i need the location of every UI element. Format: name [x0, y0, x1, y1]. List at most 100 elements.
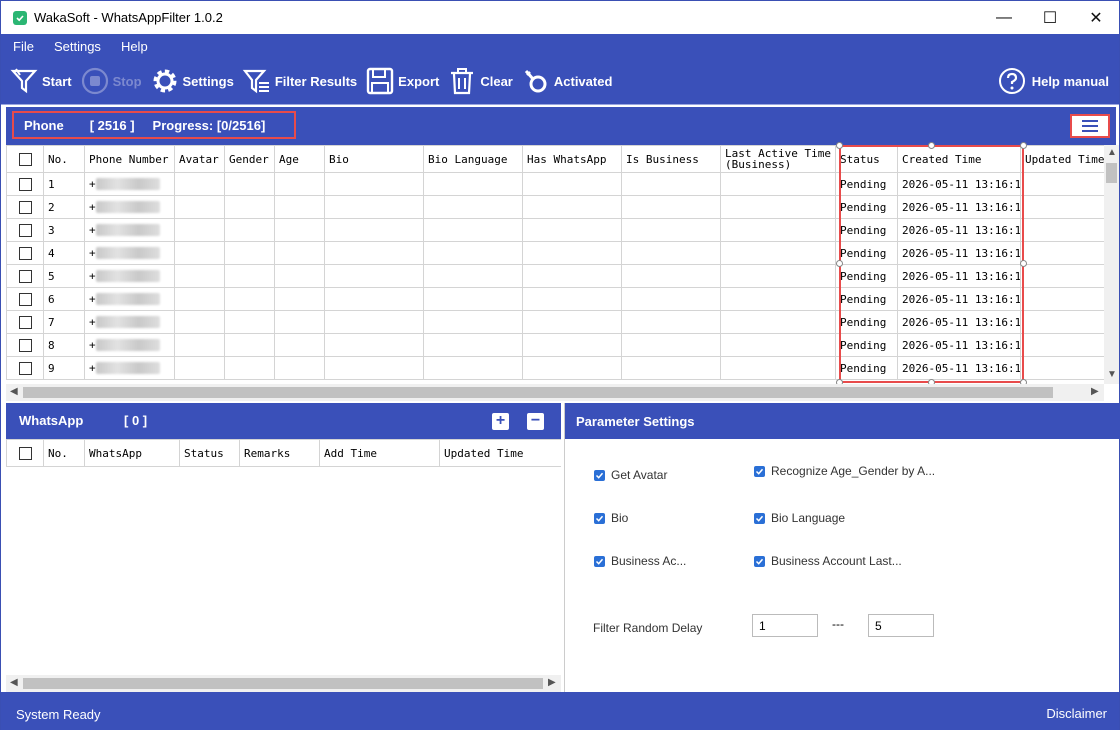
row-phone-number: + [84, 356, 175, 380]
menu-help[interactable]: Help [111, 39, 158, 54]
scroll-right-icon[interactable]: ▶ [1091, 386, 1099, 397]
scroll-left-icon[interactable]: ◀ [10, 386, 18, 397]
filter-results-button[interactable]: Filter Results [242, 66, 357, 96]
table-row[interactable]: 5 + Pending 2026-05-11 13:16:13 [6, 264, 1104, 288]
get-avatar-checkbox[interactable]: Get Avatar [594, 468, 667, 482]
minimize-button[interactable]: — [981, 1, 1027, 34]
scroll-right-icon[interactable]: ▶ [548, 677, 556, 688]
whatsapp-panel-header: WhatsApp [ 0 ] + − [6, 403, 561, 439]
resize-handle[interactable] [836, 260, 843, 267]
business-account-last-checkbox[interactable]: Business Account Last... [754, 554, 902, 568]
row-checkbox[interactable] [6, 264, 44, 288]
toolbar: Start Stop Settings Filter Results Expor… [1, 58, 1119, 105]
row-has-whatsapp [522, 264, 622, 288]
row-checkbox[interactable] [6, 333, 44, 357]
delay-max-input[interactable]: 5 [868, 614, 934, 637]
parameter-settings-header: Parameter Settings [565, 403, 1120, 439]
col-gender[interactable]: Gender [224, 145, 275, 173]
clear-label: Clear [480, 73, 513, 89]
row-is-business [621, 195, 721, 219]
resize-handle[interactable] [928, 142, 935, 149]
wa-col-whatsapp[interactable]: WhatsApp [84, 439, 180, 467]
scroll-thumb[interactable] [1106, 163, 1117, 183]
wa-col-remarks[interactable]: Remarks [239, 439, 320, 467]
row-no: 9 [43, 356, 85, 380]
col-phone-number[interactable]: Phone Number [84, 145, 175, 173]
scroll-thumb[interactable] [23, 387, 1053, 398]
delay-min-input[interactable]: 1 [752, 614, 818, 637]
row-last-active-time [720, 172, 836, 196]
column-menu-button[interactable] [1070, 114, 1110, 138]
phone-table-vertical-scrollbar[interactable]: ▲ ▼ [1104, 145, 1119, 384]
close-button[interactable]: ✕ [1073, 1, 1119, 34]
table-row[interactable]: 1 + Pending 2026-05-11 13:16:13 [6, 172, 1104, 196]
table-row[interactable]: 4 + Pending 2026-05-11 13:16:13 [6, 241, 1104, 265]
row-checkbox[interactable] [6, 287, 44, 311]
table-row[interactable]: 9 + Pending 2026-05-11 13:16:13 [6, 356, 1104, 380]
add-whatsapp-button[interactable]: + [492, 413, 509, 430]
wa-col-updated-time[interactable]: Updated Time [439, 439, 561, 467]
whatsapp-select-all-checkbox[interactable] [6, 439, 44, 467]
row-checkbox[interactable] [6, 241, 44, 265]
row-checkbox[interactable] [6, 356, 44, 380]
phone-table-horizontal-scrollbar[interactable]: ◀ ▶ [6, 384, 1104, 401]
activated-button[interactable]: Activated [521, 66, 612, 96]
remove-whatsapp-button[interactable]: − [527, 413, 544, 430]
row-phone-number: + [84, 241, 175, 265]
row-is-business [621, 333, 721, 357]
col-last-active-time[interactable]: Last Active Time (Business) [720, 145, 836, 173]
col-no[interactable]: No. [43, 145, 85, 173]
col-bio-language[interactable]: Bio Language [423, 145, 523, 173]
select-all-checkbox[interactable] [6, 145, 44, 173]
row-bio-language [423, 241, 523, 265]
row-created-time: 2026-05-11 13:16:13 [897, 172, 1021, 196]
redacted-phone [95, 270, 160, 283]
resize-handle[interactable] [1020, 260, 1027, 267]
export-button[interactable]: Export [365, 66, 439, 96]
resize-handle[interactable] [836, 142, 843, 149]
table-row[interactable]: 3 + Pending 2026-05-11 13:16:13 [6, 218, 1104, 242]
scroll-up-icon[interactable]: ▲ [1107, 147, 1117, 158]
recognize-age-gender-checkbox[interactable]: Recognize Age_Gender by A... [754, 464, 935, 478]
row-bio-language [423, 264, 523, 288]
wa-col-status[interactable]: Status [179, 439, 240, 467]
start-button[interactable]: Start [9, 66, 72, 96]
wa-col-add-time[interactable]: Add Time [319, 439, 440, 467]
col-avatar[interactable]: Avatar [174, 145, 225, 173]
col-created-time[interactable]: Created Time [897, 145, 1021, 173]
table-row[interactable]: 7 + Pending 2026-05-11 13:16:13 [6, 310, 1104, 334]
col-has-whatsapp[interactable]: Has WhatsApp [522, 145, 622, 173]
table-row[interactable]: 6 + Pending 2026-05-11 13:16:13 [6, 287, 1104, 311]
wa-col-no[interactable]: No. [43, 439, 85, 467]
stop-button[interactable]: Stop [80, 66, 142, 96]
scroll-thumb[interactable] [23, 678, 543, 689]
col-bio[interactable]: Bio [324, 145, 424, 173]
col-age[interactable]: Age [274, 145, 325, 173]
table-row[interactable]: 8 + Pending 2026-05-11 13:16:13 [6, 333, 1104, 357]
col-is-business[interactable]: Is Business [621, 145, 721, 173]
row-checkbox[interactable] [6, 218, 44, 242]
menu-file[interactable]: File [1, 39, 44, 54]
business-account-checkbox[interactable]: Business Ac... [594, 554, 686, 568]
clear-button[interactable]: Clear [447, 66, 513, 96]
whatsapp-table-horizontal-scrollbar[interactable]: ◀ ▶ [6, 675, 561, 692]
row-has-whatsapp [522, 287, 622, 311]
menu-settings[interactable]: Settings [44, 39, 111, 54]
settings-button[interactable]: Settings [150, 66, 234, 96]
checked-icon [754, 465, 765, 477]
row-checkbox[interactable] [6, 310, 44, 334]
col-status[interactable]: Status [835, 145, 898, 173]
row-checkbox[interactable] [6, 172, 44, 196]
help-manual-button[interactable]: Help manual [998, 67, 1109, 95]
maximize-button[interactable]: ☐ [1027, 1, 1073, 34]
scroll-left-icon[interactable]: ◀ [10, 677, 18, 688]
resize-handle[interactable] [1020, 142, 1027, 149]
disclaimer-link[interactable]: Disclaimer [1046, 706, 1107, 721]
bio-language-checkbox[interactable]: Bio Language [754, 511, 845, 525]
table-row[interactable]: 2 + Pending 2026-05-11 13:16:13 [6, 195, 1104, 219]
col-updated-time[interactable]: Updated Time [1020, 145, 1104, 173]
row-checkbox[interactable] [6, 195, 44, 219]
scroll-down-icon[interactable]: ▼ [1107, 369, 1117, 380]
bio-checkbox[interactable]: Bio [594, 511, 628, 525]
redacted-phone [95, 247, 160, 260]
